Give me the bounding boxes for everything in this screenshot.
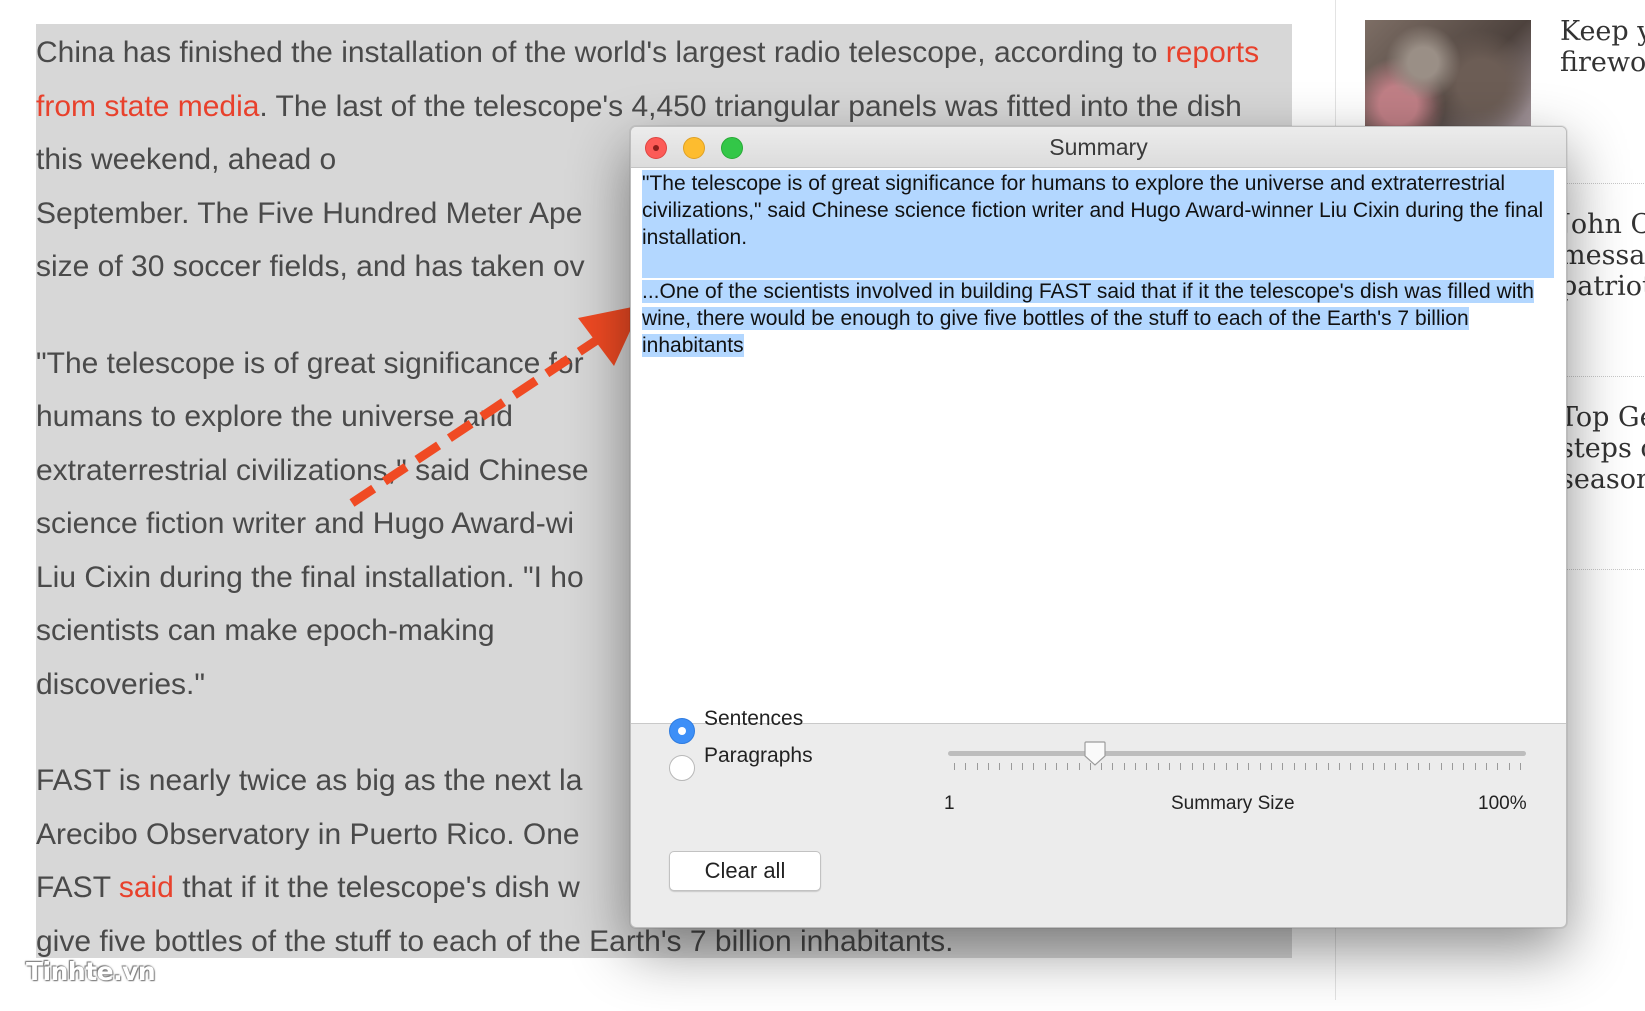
slider-tick [1157,763,1159,770]
slider-tick [1078,763,1080,770]
slider-ticks [948,763,1526,771]
summary-sentence: ...One of the scientists involved in bui… [642,280,1534,357]
sentences-radio-label[interactable]: Sentences [704,707,803,731]
slider-tick [1327,763,1329,770]
slider-tick [1191,763,1193,770]
selection-gap [642,251,1554,278]
slider-tick [1135,763,1137,770]
slider-tick [1169,763,1171,770]
slider-tick [999,763,1001,770]
slider-tick [1520,763,1521,770]
slider-tick [1180,763,1182,770]
arrow-shaft [349,326,615,507]
slider-tick [1225,763,1227,770]
slider-tick [1010,763,1012,770]
slider-tick [1350,763,1352,770]
slider-tick [1463,763,1465,770]
slider-tick [965,763,967,770]
summary-text-area[interactable]: "The telescope is of great significance … [631,168,1566,724]
slider-tick [1372,763,1374,770]
slider-tick [1282,763,1284,770]
summary-size-slider[interactable] [948,751,1526,756]
window-titlebar[interactable]: Summary [631,127,1566,168]
slider-tick [976,763,978,770]
slider-tick [1112,763,1114,770]
slider-tick [1055,763,1057,770]
slider-tick [1203,763,1205,770]
window-title: Summary [1049,134,1148,160]
slider-tick [1293,763,1295,770]
slider-tick [1486,763,1488,770]
slider-tick [1044,763,1046,770]
slider-tick [1067,763,1069,770]
slider-tick [1474,763,1476,770]
summary-paragraph-1: "The telescope is of great significance … [642,170,1554,251]
slider-tick [1248,763,1250,770]
slider-tick [1418,763,1420,770]
slider-tick [1384,763,1386,770]
slider-tick [1021,763,1023,770]
slider-tick [1270,763,1272,770]
slider-tick [1146,763,1148,770]
sentences-radio[interactable] [669,718,695,744]
slider-tick [1497,763,1499,770]
slider-thumb[interactable] [1084,741,1106,767]
slider-tick [1508,763,1510,770]
slider-tick [1033,763,1035,770]
slider-tick [1123,763,1125,770]
slider-tick [1214,763,1216,770]
slider-tick [1452,763,1454,770]
slider-tick [1440,763,1442,770]
paragraphs-radio-label[interactable]: Paragraphs [704,744,813,768]
slider-tick [987,763,989,770]
slider-tick [1237,763,1238,770]
slider-tick [954,763,955,770]
summary-paragraph-2: ...One of the scientists involved in bui… [642,278,1554,359]
summary-text[interactable]: "The telescope is of great significance … [642,170,1554,359]
slider-tick [1304,763,1306,770]
watermark-logo: Tinhte.vn [26,957,156,986]
slider-title-label: Summary Size [1171,793,1295,814]
slider-tick [1316,763,1318,770]
slider-tick [1395,763,1397,770]
summary-window: Summary "The telescope is of great signi… [630,126,1567,928]
slider-tick [1338,763,1340,770]
slider-tick [1361,763,1363,770]
clear-all-button[interactable]: Clear all [669,851,821,891]
paragraphs-radio[interactable] [669,755,695,781]
slider-min-label: 1 [944,793,955,814]
slider-max-label: 100% [1478,793,1527,814]
slider-tick [1406,763,1408,770]
slider-tick [1259,763,1261,770]
slider-tick [1429,763,1431,770]
